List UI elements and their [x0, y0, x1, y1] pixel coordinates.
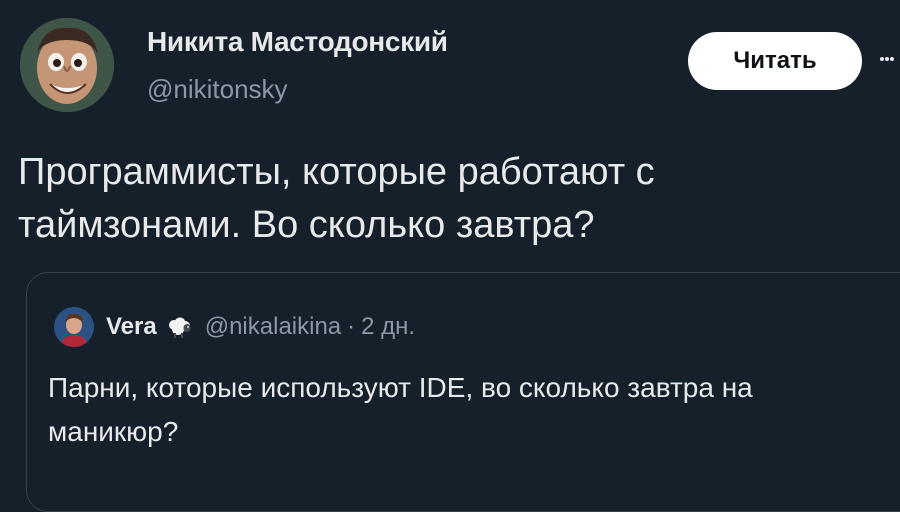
quoted-tweet-time[interactable]: 2 дн.	[361, 313, 415, 341]
quoted-author-handle[interactable]: @nikalaikina	[205, 313, 341, 341]
quoted-tweet-header: Vera @nikalaikina · 2 дн.	[106, 309, 415, 345]
more-options-icon[interactable]	[880, 56, 894, 62]
quoted-author-avatar[interactable]	[54, 307, 94, 347]
author-handle[interactable]: @nikitonsky	[147, 74, 288, 105]
quoted-tweet-text: Парни, которые используют IDE, во скольк…	[48, 372, 753, 447]
author-name[interactable]: Никита Мастодонский	[147, 26, 448, 58]
tweet-text: Программисты, которые работают с таймзон…	[18, 151, 655, 246]
author-avatar[interactable]	[20, 18, 114, 112]
follow-button[interactable]: Читать	[688, 32, 862, 90]
quoted-author-name[interactable]: Vera	[106, 313, 157, 341]
separator-dot: ·	[347, 313, 356, 340]
sheep-icon	[168, 317, 191, 338]
